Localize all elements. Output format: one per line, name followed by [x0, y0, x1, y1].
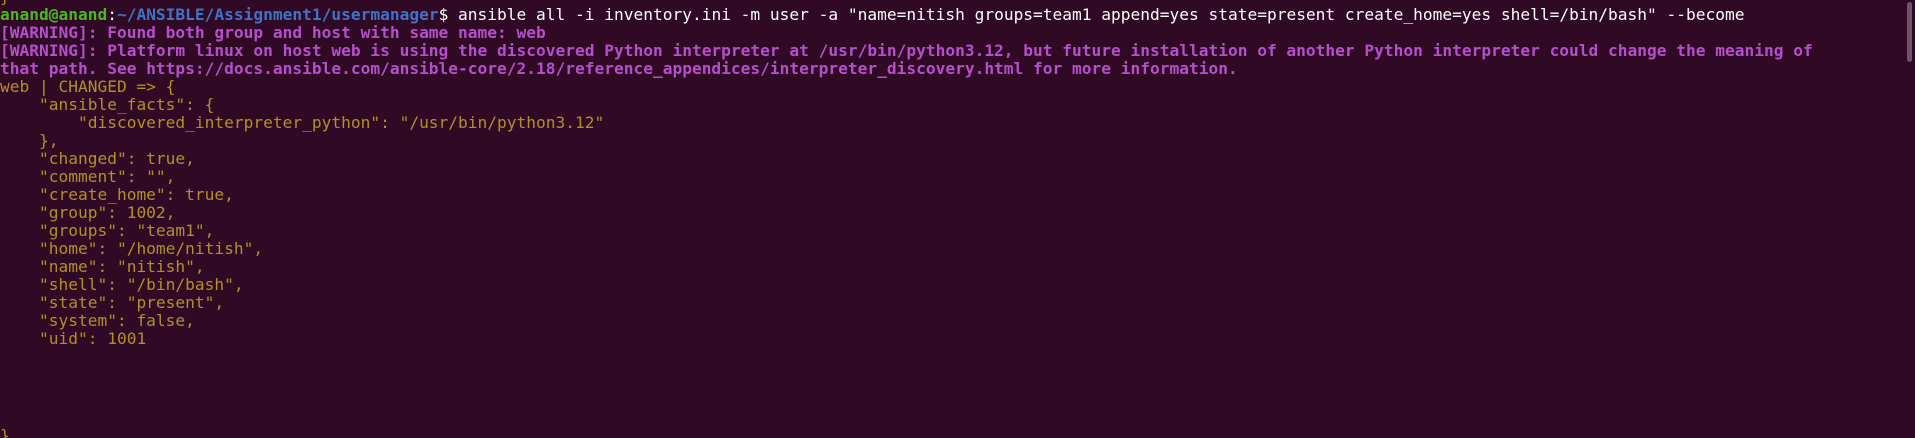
- terminal-window[interactable]: } anand@anand:~/ANSIBLE/Assignment1/user…: [0, 0, 1915, 438]
- vertical-scrollbar[interactable]: [1903, 0, 1915, 438]
- warning-line: that path. See https://docs.ansible.com/…: [0, 59, 1238, 78]
- output-line: "uid": 1001: [0, 329, 147, 348]
- output-line: "discovered_interpreter_python": "/usr/b…: [0, 113, 605, 132]
- command-text: ansible all -i inventory.ini -m user -a …: [448, 5, 1745, 24]
- scrollbar-thumb[interactable]: [1907, 2, 1912, 62]
- partial-output-bottom: }: [0, 426, 10, 438]
